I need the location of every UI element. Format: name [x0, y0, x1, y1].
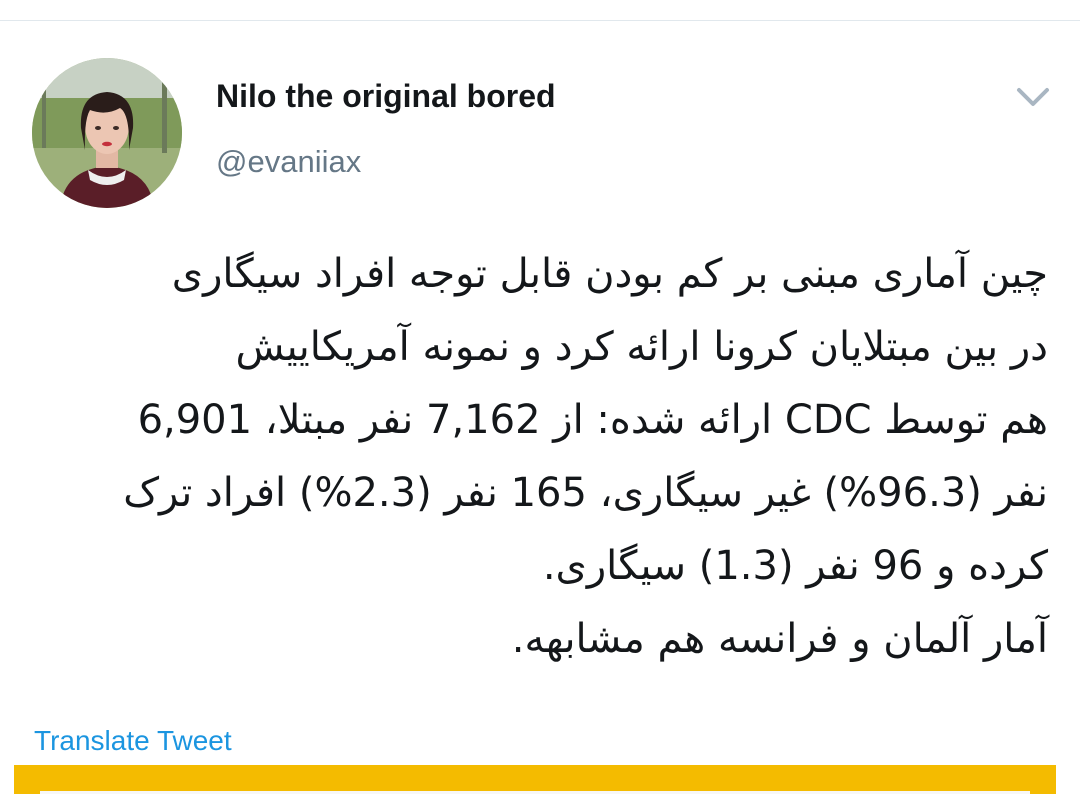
tweet-text-line: هم توسط CDC ارائه شده: از 7,162 نفر مبتل…: [137, 397, 1048, 443]
media-card[interactable]: [14, 765, 1056, 794]
chevron-down-icon[interactable]: [1012, 82, 1054, 112]
author-handle[interactable]: @evaniiax: [216, 144, 361, 180]
author-avatar[interactable]: [32, 58, 182, 208]
top-divider: [0, 0, 1080, 21]
tweet-text-line: آمار آلمان و فرانسه هم مشابهه.: [511, 616, 1048, 662]
translate-tweet-link[interactable]: Translate Tweet: [34, 725, 232, 757]
author-display-name[interactable]: Nilo the original bored: [216, 78, 556, 115]
tweet-text-line: نفر (96.3%) غیر سیگاری، 165 نفر (2.3%) ا…: [123, 470, 1048, 516]
tweet-text-line: چین آماری مبنی بر کم بودن قابل توجه افرا…: [171, 251, 1048, 297]
tweet-text-line: کرده و 96 نفر (1.3) سیگاری.: [542, 543, 1048, 589]
tweet-text-line: در بین مبتلایان کرونا ارائه کرد و نمونه …: [235, 324, 1048, 370]
avatar-photo: [32, 58, 182, 208]
tweet-text: چین آماری مبنی بر کم بودن قابل توجه افرا…: [30, 238, 1048, 676]
